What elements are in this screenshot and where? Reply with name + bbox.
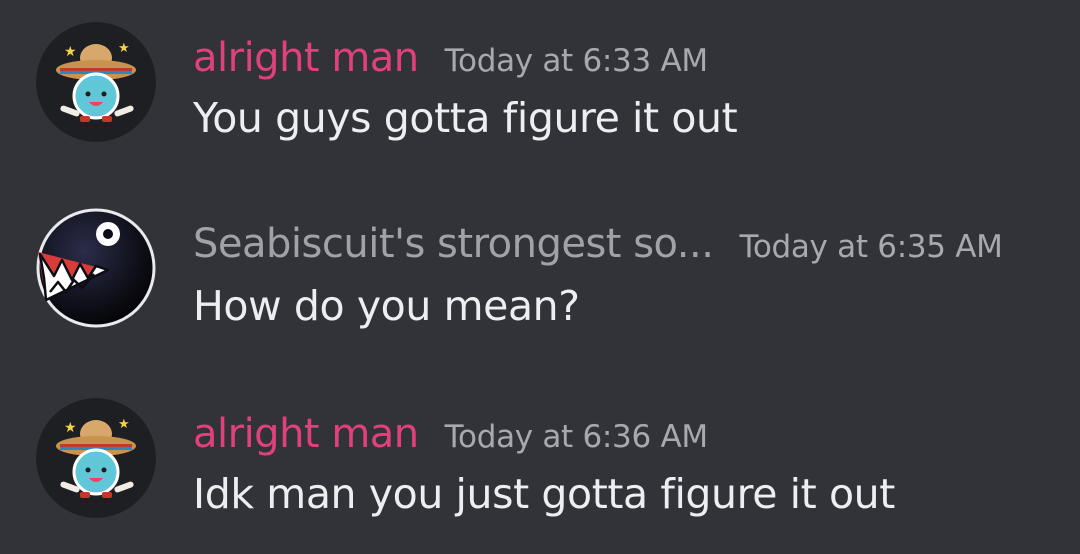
sombrero-taiko-drum-avatar-icon: ★ ★ (36, 22, 156, 142)
author-name[interactable]: Seabiscuit's strongest so... (193, 216, 714, 272)
message-timestamp: Today at 6:36 AM (444, 419, 708, 455)
message-content: Idk man you just gotta figure it out (193, 470, 895, 518)
message-item: ★ ★ alright man Today at 6:33 AM You guy… (0, 0, 1080, 142)
message-item: ★ ★ alright man Today at 6:36 AM Idk man… (0, 376, 1080, 518)
svg-text:★: ★ (118, 417, 130, 432)
author-name[interactable]: alright man (193, 30, 419, 86)
message-timestamp: Today at 6:35 AM (739, 229, 1003, 265)
message-content: You guys gotta figure it out (193, 94, 738, 142)
svg-text:★: ★ (118, 41, 130, 56)
message-header: Seabiscuit's strongest so... Today at 6:… (193, 216, 1003, 272)
message-item: Seabiscuit's strongest so... Today at 6:… (0, 188, 1080, 330)
user-avatar-alright-man[interactable]: ★ ★ (36, 398, 156, 518)
message-header: alright man Today at 6:33 AM (193, 30, 708, 86)
message-timestamp: Today at 6:33 AM (444, 43, 708, 79)
user-avatar-seabiscuit[interactable] (36, 208, 156, 328)
message-content: How do you mean? (193, 282, 580, 330)
message-header: alright man Today at 6:36 AM (193, 406, 708, 462)
author-name[interactable]: alright man (193, 406, 419, 462)
user-avatar-alright-man[interactable]: ★ ★ (36, 22, 156, 142)
chain-chomp-avatar-icon (36, 208, 156, 328)
sombrero-taiko-drum-avatar-icon: ★ ★ (36, 398, 156, 518)
svg-text:★: ★ (64, 420, 77, 436)
svg-text:★: ★ (64, 44, 77, 60)
